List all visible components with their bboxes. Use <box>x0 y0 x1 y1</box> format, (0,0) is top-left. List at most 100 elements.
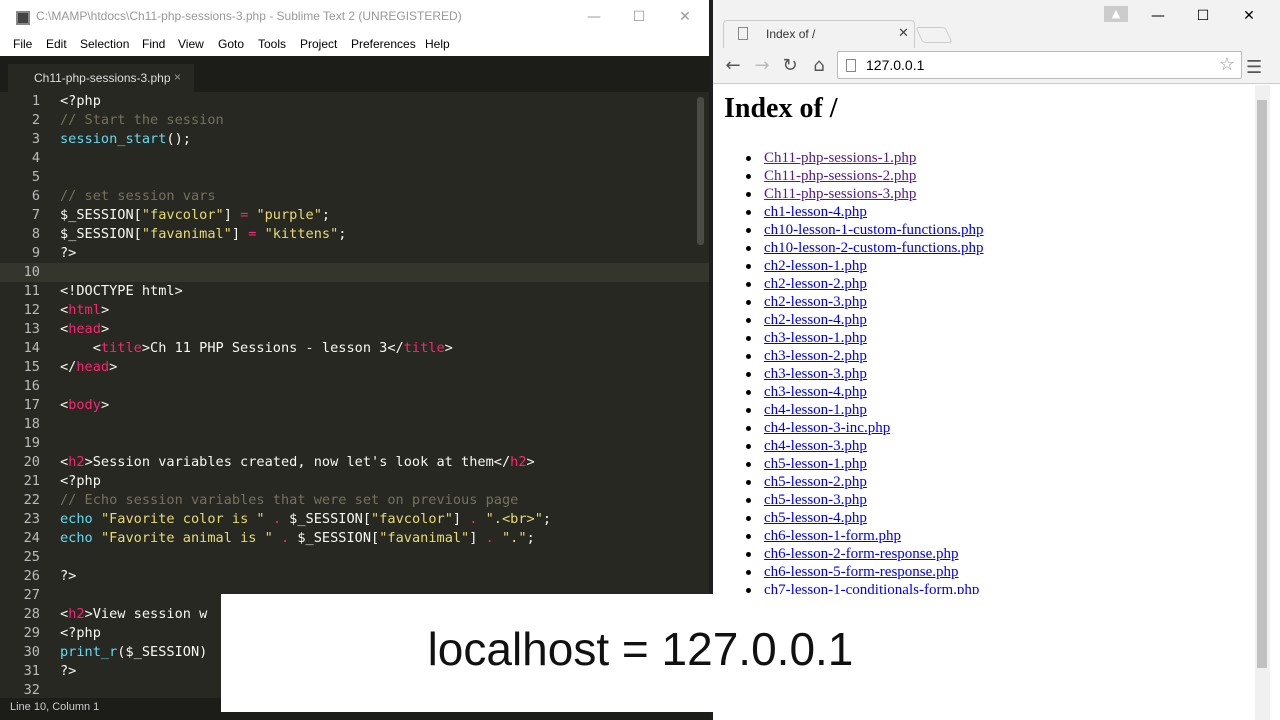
line-code: <?php <box>60 93 101 109</box>
line-number: 9 <box>31 245 40 261</box>
browser-toolbar: ← → ↻ ⌂ 127.0.0.1 ☆ ☰ <box>713 48 1280 84</box>
file-link[interactable]: ch6-lesson-2-form-response.php <box>764 546 959 562</box>
file-link[interactable]: ch3-lesson-2.php <box>764 348 867 364</box>
menu-selection[interactable]: Selection <box>80 37 129 51</box>
menu-tools[interactable]: Tools <box>258 37 286 51</box>
menu-help[interactable]: Help <box>425 37 450 51</box>
file-link[interactable]: ch4-lesson-3-inc.php <box>764 420 890 436</box>
list-item: ch4-lesson-1.php <box>724 401 984 419</box>
file-link[interactable]: ch4-lesson-1.php <box>764 402 867 418</box>
code-line: 6 // set session vars <box>0 187 709 206</box>
back-icon[interactable]: ← <box>721 54 745 78</box>
sublime-tabbar: Ch11-php-sessions-3.php × <box>0 56 709 92</box>
line-number: 19 <box>23 435 40 451</box>
file-link[interactable]: ch1-lesson-4.php <box>764 204 867 220</box>
line-code: </head> <box>60 359 118 375</box>
file-link[interactable]: ch2-lesson-4.php <box>764 312 867 328</box>
line-code: ?> <box>60 663 77 679</box>
line-code: <?php <box>60 473 101 489</box>
page-info-icon <box>846 59 856 72</box>
chrome-menu-icon[interactable]: ☰ <box>1246 57 1262 78</box>
file-link[interactable]: Ch11-php-sessions-3.php <box>764 186 916 202</box>
file-link[interactable]: ch5-lesson-4.php <box>764 510 867 526</box>
home-icon[interactable]: ⌂ <box>807 54 831 78</box>
reload-icon[interactable]: ↻ <box>778 54 802 78</box>
code-line: 5 <box>0 168 709 187</box>
line-code: // Echo session variables that were set … <box>60 492 519 508</box>
line-number: 1 <box>31 93 40 109</box>
menu-find[interactable]: Find <box>142 37 165 51</box>
maximize-icon[interactable]: ☐ <box>624 6 654 28</box>
file-link[interactable]: ch3-lesson-3.php <box>764 366 867 382</box>
line-number: 20 <box>23 454 40 470</box>
list-item: ch5-lesson-4.php <box>724 509 984 527</box>
browser-close-icon[interactable]: ✕ <box>1234 6 1264 26</box>
menu-goto[interactable]: Goto <box>218 37 244 51</box>
line-number: 31 <box>23 663 40 679</box>
menu-view[interactable]: View <box>178 37 204 51</box>
file-link[interactable]: ch10-lesson-1-custom-functions.php <box>764 222 984 238</box>
line-number: 3 <box>31 131 40 147</box>
file-link[interactable]: ch5-lesson-2.php <box>764 474 867 490</box>
browser-maximize-icon[interactable]: ☐ <box>1188 6 1218 26</box>
minimize-icon[interactable]: — <box>579 6 609 28</box>
file-link[interactable]: ch5-lesson-3.php <box>764 492 867 508</box>
file-link[interactable]: ch6-lesson-1-form.php <box>764 528 901 544</box>
list-item: ch2-lesson-3.php <box>724 293 984 311</box>
menu-edit[interactable]: Edit <box>46 37 67 51</box>
file-link[interactable]: ch2-lesson-3.php <box>764 294 867 310</box>
file-link[interactable]: Ch11-php-sessions-1.php <box>764 150 916 166</box>
code-line: 1 <?php <box>0 92 709 111</box>
url-text[interactable]: 127.0.0.1 <box>866 57 924 73</box>
address-bar[interactable]: 127.0.0.1 ☆ <box>837 51 1242 79</box>
line-code: ?> <box>60 245 77 261</box>
file-link[interactable]: Ch11-php-sessions-2.php <box>764 168 916 184</box>
list-item: ch1-lesson-4.php <box>724 203 984 221</box>
line-number: 2 <box>31 112 40 128</box>
browser-tab[interactable]: Index of / ✕ <box>723 20 915 48</box>
file-link[interactable]: ch5-lesson-1.php <box>764 456 867 472</box>
line-number: 15 <box>23 359 40 375</box>
file-link[interactable]: ch2-lesson-1.php <box>764 258 867 274</box>
line-number: 17 <box>23 397 40 413</box>
sublime-titlebar: C:\MAMP\htdocs\Ch11-php-sessions-3.php -… <box>0 0 709 34</box>
editor-scrollbar[interactable] <box>697 97 704 245</box>
code-line: 19 <box>0 434 709 453</box>
line-number: 13 <box>23 321 40 337</box>
file-link[interactable]: ch4-lesson-3.php <box>764 438 867 454</box>
page-scrollbar-thumb[interactable] <box>1257 100 1267 668</box>
browser-tab-close-icon[interactable]: ✕ <box>898 26 909 41</box>
file-link[interactable]: ch2-lesson-2.php <box>764 276 867 292</box>
user-icon[interactable]: ▲ <box>1104 6 1128 22</box>
line-code: <?php <box>60 625 101 641</box>
list-item: ch4-lesson-3.php <box>724 437 984 455</box>
close-icon[interactable]: ✕ <box>670 6 700 28</box>
menu-preferences[interactable]: Preferences <box>351 37 416 51</box>
file-link[interactable]: ch6-lesson-5-form-response.php <box>764 564 959 580</box>
list-item: ch2-lesson-4.php <box>724 311 984 329</box>
forward-icon[interactable]: → <box>750 54 774 78</box>
menu-project[interactable]: Project <box>300 37 337 51</box>
line-number: 8 <box>31 226 40 242</box>
bookmark-star-icon[interactable]: ☆ <box>1219 54 1235 75</box>
line-code: // Start the session <box>60 112 224 128</box>
code-line: 8 $_SESSION["favanimal"] = "kittens"; <box>0 225 709 244</box>
new-tab-button[interactable] <box>915 27 953 43</box>
line-code: <h2>View session w <box>60 606 208 622</box>
code-line: 15 </head> <box>0 358 709 377</box>
tab-close-icon[interactable]: × <box>174 70 181 84</box>
file-link[interactable]: ch3-lesson-4.php <box>764 384 867 400</box>
page-icon <box>738 27 748 40</box>
list-item: ch6-lesson-2-form-response.php <box>724 545 984 563</box>
code-line: 2 // Start the session <box>0 111 709 130</box>
file-link[interactable]: ch10-lesson-2-custom-functions.php <box>764 240 984 256</box>
line-number: 29 <box>23 625 40 641</box>
list-item: Ch11-php-sessions-2.php <box>724 167 984 185</box>
menu-file[interactable]: File <box>13 37 32 51</box>
page-heading: Index of / <box>724 93 838 124</box>
editor-tab[interactable]: Ch11-php-sessions-3.php × <box>8 64 194 92</box>
browser-minimize-icon[interactable]: — <box>1143 6 1173 26</box>
code-line: 7 $_SESSION["favcolor"] = "purple"; <box>0 206 709 225</box>
line-code: <html> <box>60 302 110 318</box>
file-link[interactable]: ch3-lesson-1.php <box>764 330 867 346</box>
